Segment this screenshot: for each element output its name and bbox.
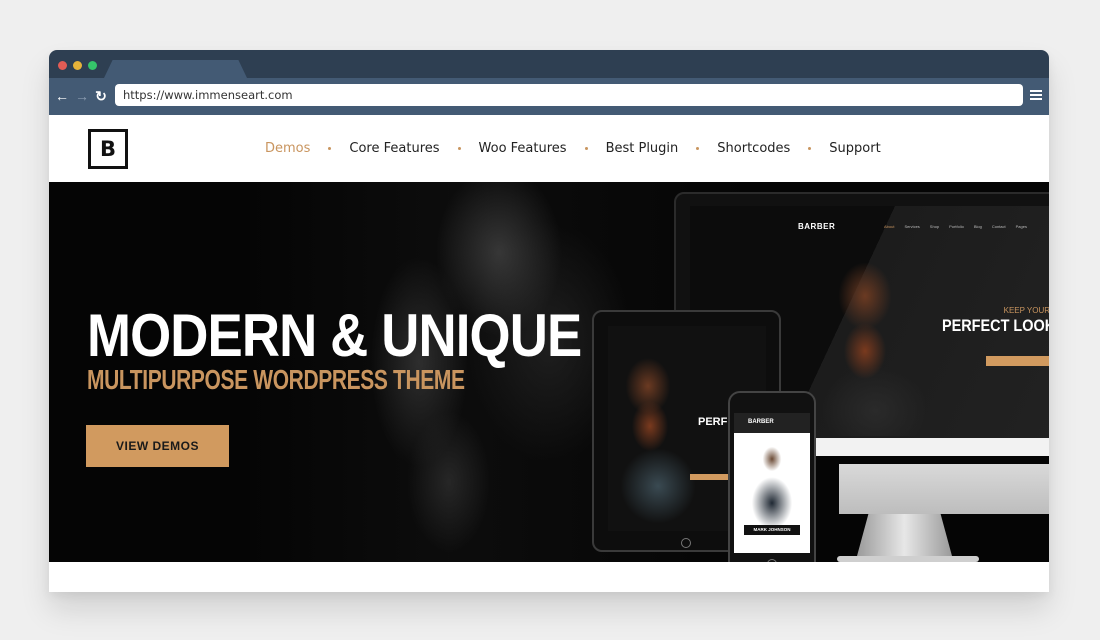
desktop-chin: [839, 464, 1049, 514]
model-photo: [742, 439, 802, 529]
mockup-button: [986, 356, 1049, 366]
nav-separator: [457, 147, 461, 150]
mockup-nav-item: Portfolio: [949, 224, 964, 229]
tablet-button: [690, 474, 730, 480]
minimize-window-button[interactable]: [73, 61, 82, 70]
mockup-nav: About Services Shop Portfolio Blog Conta…: [884, 224, 1027, 229]
barber-logo: BARBER: [798, 222, 836, 231]
desktop-stand: [857, 514, 952, 556]
mockup-headline: PERFECT LOOK: [941, 316, 1049, 335]
mockup-kicker: KEEP YOUR: [1003, 306, 1049, 315]
site-logo[interactable]: B: [88, 129, 128, 169]
mockup-nav-item: Blog: [973, 224, 982, 229]
nav-item-demos[interactable]: Demos: [265, 141, 310, 156]
nav-separator: [584, 147, 588, 150]
browser-tab[interactable]: [104, 60, 247, 78]
browser-titlebar: [49, 50, 1049, 78]
phone-screen: MARK JOHNSON: [734, 433, 810, 553]
nav-separator: [808, 147, 812, 150]
site-header: B Demos Core Features Woo Features Best …: [49, 115, 1049, 182]
nav-separator: [328, 147, 332, 150]
maximize-window-button[interactable]: [88, 61, 97, 70]
browser-window: ← → ↻ https://www.immenseart.com B Demos…: [49, 50, 1049, 592]
arrow-left-icon[interactable]: ←: [54, 87, 70, 105]
phone-logo: BARBER: [748, 419, 774, 425]
hamburger-icon[interactable]: [1030, 90, 1042, 102]
nav-item-woo-features[interactable]: Woo Features: [479, 141, 567, 156]
nav-item-support[interactable]: Support: [829, 141, 880, 156]
phone-mockup: BARBER MARK JOHNSON: [728, 391, 816, 562]
nav-item-shortcodes[interactable]: Shortcodes: [717, 141, 790, 156]
nav-separator: [696, 147, 700, 150]
mockup-nav-item: Shop: [929, 224, 940, 229]
hero-title: MODERN & UNIQUE: [87, 302, 582, 369]
model-photo: [805, 236, 925, 436]
page-content-below: [49, 562, 1049, 592]
mockup-nav-item: About: [884, 224, 895, 229]
reload-icon[interactable]: ↻: [93, 87, 109, 105]
main-nav: Demos Core Features Woo Features Best Pl…: [265, 115, 881, 182]
close-window-button[interactable]: [58, 61, 67, 70]
mockup-nav-item: Services: [904, 224, 920, 229]
address-bar[interactable]: https://www.immenseart.com: [115, 84, 1023, 106]
arrow-right-icon[interactable]: →: [74, 87, 90, 105]
home-button-icon: [681, 538, 691, 548]
hero-subtitle: MULTIPURPOSE WORDPRESS THEME: [87, 364, 465, 395]
nav-item-core-features[interactable]: Core Features: [349, 141, 439, 156]
model-name: MARK JOHNSON: [744, 525, 800, 535]
view-demos-button[interactable]: VIEW DEMOS: [86, 425, 229, 467]
browser-toolbar: ← → ↻ https://www.immenseart.com: [49, 78, 1049, 115]
phone-header: BARBER: [734, 413, 810, 433]
mockup-nav-item: Pages: [1015, 224, 1027, 229]
hero-section: BARBER About Services Shop Portfolio Blo…: [49, 182, 1049, 562]
nav-item-best-plugin[interactable]: Best Plugin: [606, 141, 679, 156]
mockup-nav-item: Contact: [991, 224, 1006, 229]
